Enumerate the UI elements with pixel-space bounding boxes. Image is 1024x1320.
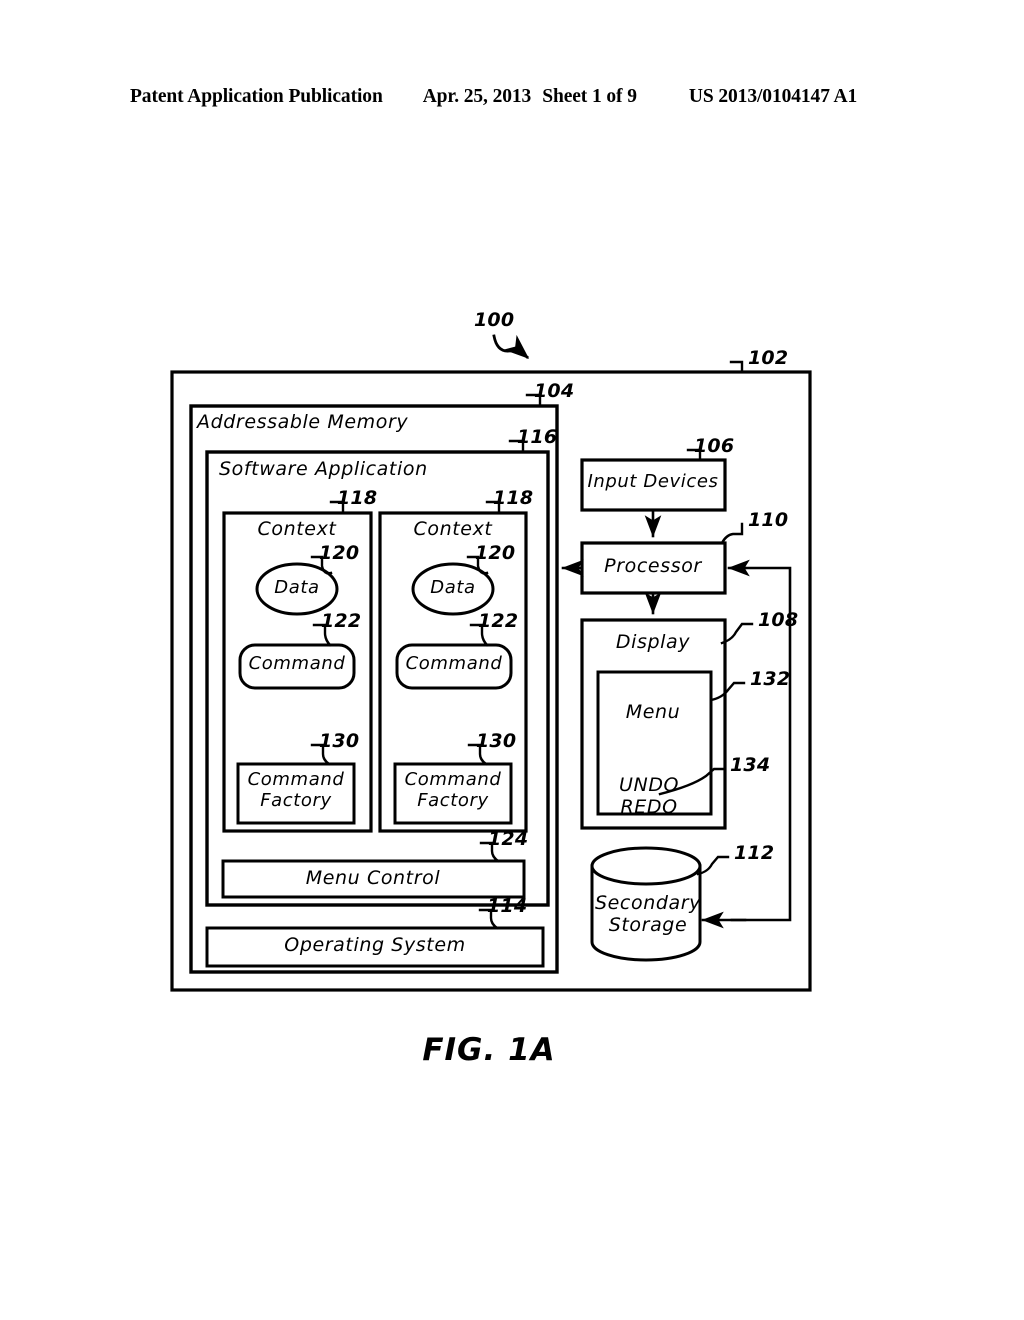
ref-114: 114 bbox=[487, 895, 528, 917]
ref-122-right: 122 bbox=[478, 610, 519, 632]
ref-118-right: 118 bbox=[493, 487, 534, 509]
ref-124: 124 bbox=[488, 828, 529, 850]
ref-102: 102 bbox=[748, 347, 789, 369]
command-right-label: Command bbox=[405, 653, 503, 674]
context-right-label: Context bbox=[413, 518, 493, 540]
ref-122-left: 122 bbox=[321, 610, 362, 632]
system-ref-arrow bbox=[492, 334, 530, 359]
processor-label: Processor bbox=[604, 555, 702, 577]
ref-110: 110 bbox=[748, 509, 789, 531]
ref-120-left: 120 bbox=[319, 542, 360, 564]
ref-130-left: 130 bbox=[319, 730, 360, 752]
ref-134: 134 bbox=[730, 754, 771, 776]
command-factory-left-line1: Command bbox=[247, 769, 345, 790]
ref-104: 104 bbox=[534, 380, 575, 402]
ref-100: 100 bbox=[474, 309, 515, 331]
command-factory-right-label: Command Factory bbox=[405, 769, 502, 811]
ref-108: 108 bbox=[758, 609, 799, 631]
command-factory-right-line2: Factory bbox=[417, 790, 489, 812]
secondary-storage-cylinder-top bbox=[590, 846, 702, 886]
menu-control-label: Menu Control bbox=[305, 867, 441, 889]
command-factory-left-line2: Factory bbox=[260, 790, 332, 812]
figure-caption: FIG. 1A bbox=[422, 1032, 556, 1068]
command-factory-left-label: Command Factory bbox=[248, 769, 345, 811]
ref-116: 116 bbox=[517, 426, 558, 448]
operating-system-label: Operating System bbox=[284, 934, 466, 956]
display-label: Display bbox=[615, 631, 691, 653]
leader-132 bbox=[709, 681, 746, 702]
secondary-storage-line2: Storage bbox=[608, 914, 688, 937]
command-left-label: Command bbox=[248, 653, 346, 674]
ref-118-left: 118 bbox=[337, 487, 378, 509]
leader-112 bbox=[696, 855, 730, 876]
input-devices-label: Input Devices bbox=[587, 471, 719, 492]
secondary-storage-label: Secondary Storage bbox=[595, 892, 701, 937]
undo-label: UNDO bbox=[619, 774, 680, 796]
ref-120-right: 120 bbox=[475, 542, 516, 564]
data-right-label: Data bbox=[430, 577, 476, 598]
addressable-memory-label: Addressable Memory bbox=[197, 411, 409, 433]
leader-110 bbox=[720, 522, 744, 545]
ref-106: 106 bbox=[694, 435, 735, 457]
figure-1a: Addressable Memory Software Application … bbox=[0, 0, 1024, 1320]
context-left-label: Context bbox=[257, 518, 337, 540]
ref-130-right: 130 bbox=[476, 730, 517, 752]
undo-redo-label: UNDO REDO bbox=[619, 774, 679, 819]
software-application-label: Software Application bbox=[219, 458, 428, 480]
data-left-label: Data bbox=[274, 577, 320, 598]
secondary-storage-line1: Secondary bbox=[594, 892, 702, 914]
figure-vector-layer bbox=[170, 334, 812, 992]
command-factory-right-line1: Command bbox=[404, 769, 502, 790]
menu-label: Menu bbox=[625, 701, 681, 723]
redo-label: REDO bbox=[620, 796, 678, 819]
ref-112: 112 bbox=[734, 842, 775, 864]
ref-132: 132 bbox=[750, 668, 791, 690]
